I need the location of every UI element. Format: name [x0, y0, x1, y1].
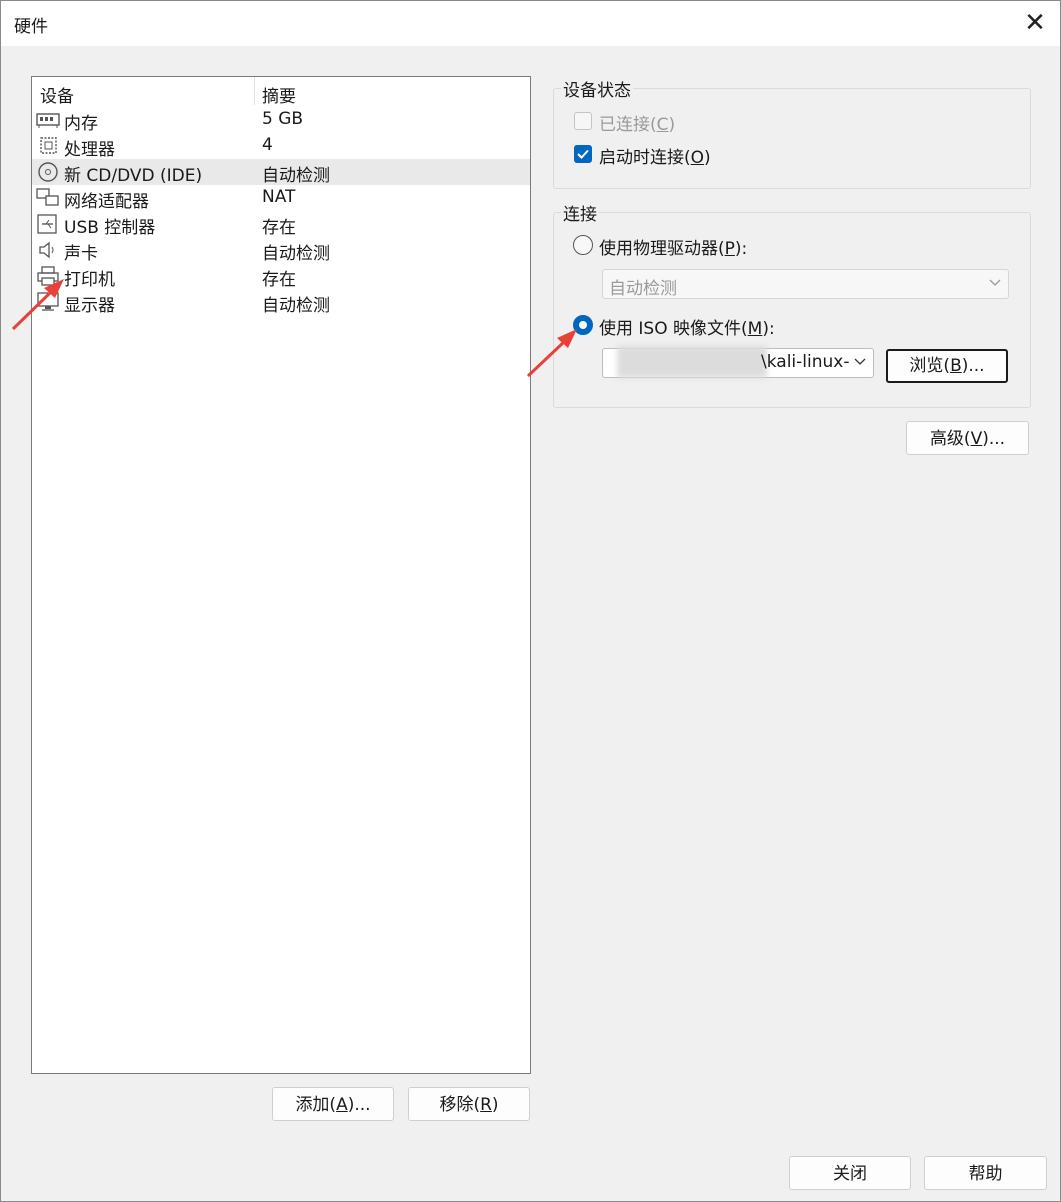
- annotation-arrow-iso: [526, 329, 577, 378]
- annotation-overlay: [11, 279, 577, 378]
- annotation-arrow-printer: [11, 279, 64, 331]
